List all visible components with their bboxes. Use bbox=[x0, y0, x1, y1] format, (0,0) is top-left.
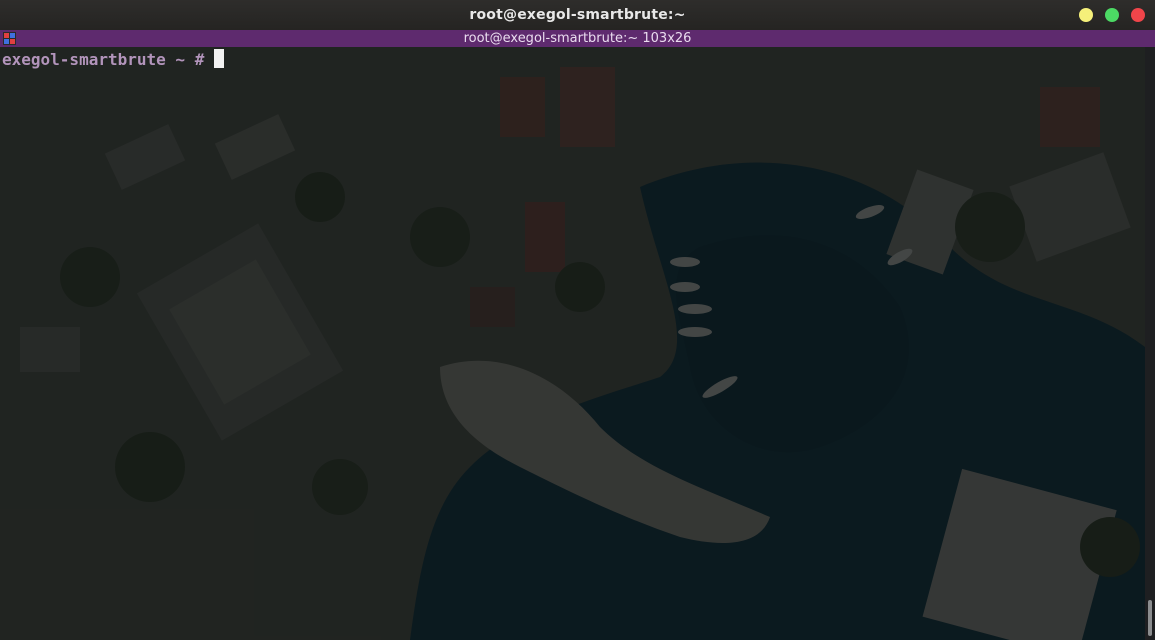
window-title: root@exegol-smartbrute:~ bbox=[469, 7, 686, 23]
window-controls bbox=[1079, 8, 1145, 22]
terminal-area[interactable]: exegol-smartbrute ~ # bbox=[0, 47, 1145, 640]
scrollbar-thumb[interactable] bbox=[1148, 600, 1152, 636]
maximize-button[interactable] bbox=[1105, 8, 1119, 22]
tab-label: root@exegol-smartbrute:~ 103x26 bbox=[463, 31, 692, 46]
prompt-path: ~ bbox=[175, 50, 186, 69]
title-bar[interactable]: root@exegol-smartbrute:~ bbox=[0, 0, 1155, 30]
background-shade bbox=[0, 47, 1145, 640]
minimize-button[interactable] bbox=[1079, 8, 1093, 22]
command-prompt[interactable]: exegol-smartbrute ~ # bbox=[2, 49, 224, 70]
prompt-symbol: # bbox=[194, 50, 205, 69]
prompt-host: exegol-smartbrute bbox=[2, 50, 166, 69]
terminal-icon bbox=[3, 32, 16, 45]
terminal-window: root@exegol-smartbrute:~ root@exegol-sma… bbox=[0, 0, 1155, 640]
tab-bar[interactable]: root@exegol-smartbrute:~ 103x26 bbox=[0, 30, 1155, 47]
close-button[interactable] bbox=[1131, 8, 1145, 22]
text-cursor bbox=[213, 49, 224, 68]
vertical-scrollbar[interactable] bbox=[1145, 47, 1155, 640]
